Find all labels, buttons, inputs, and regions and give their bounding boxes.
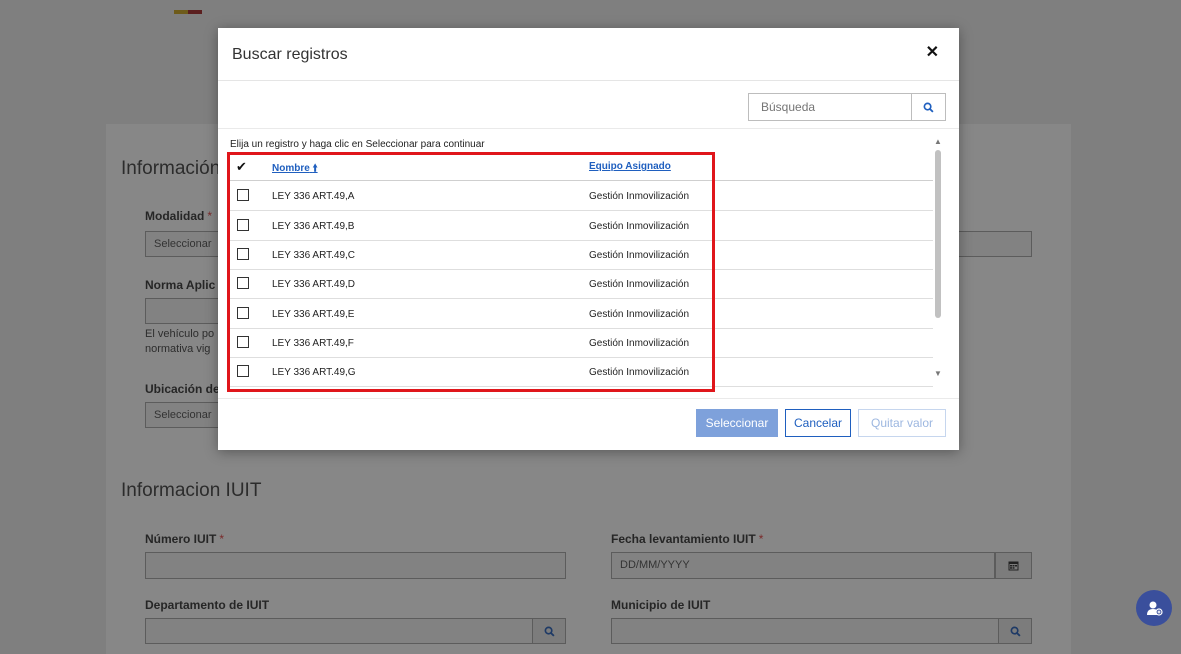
select-button[interactable]: Seleccionar [696, 409, 778, 437]
clear-value-button[interactable]: Quitar valor [858, 409, 946, 437]
table-row[interactable]: LEY 336 ART.49,E Gestión Inmovilización [230, 299, 933, 329]
cell-team: Gestión Inmovilización [589, 338, 690, 349]
row-checkbox[interactable] [237, 189, 249, 201]
cell-team: Gestión Inmovilización [589, 367, 690, 378]
table-row[interactable]: LEY 336 ART.49,D Gestión Inmovilización [230, 269, 933, 299]
section-title-iuit: Informacion IUIT [121, 480, 262, 501]
modal-title: Buscar registros [232, 46, 348, 63]
search-button[interactable] [912, 93, 946, 121]
page-top-strip [0, 0, 1181, 6]
logo-stripe-red [188, 10, 202, 14]
modal-footer: Seleccionar Cancelar Quitar valor [218, 398, 959, 451]
instructions-text: Elija un registro y haga clic en Selecci… [230, 139, 485, 150]
cell-name: LEY 336 ART.49,E [272, 309, 355, 320]
cell-name: LEY 336 ART.49,C [272, 250, 356, 261]
row-checkbox[interactable] [237, 307, 249, 319]
cell-team: Gestión Inmovilización [589, 279, 690, 290]
search-row [218, 80, 959, 129]
table-row[interactable]: LEY 336 ART.49,G Gestión Inmovilización [230, 357, 933, 387]
departamento-search-button[interactable] [532, 618, 566, 644]
table-row[interactable]: LEY 336 ART.49,B Gestión Inmovilización [230, 211, 933, 241]
cell-team: Gestión Inmovilización [589, 309, 690, 320]
norma-label: Norma Aplic [145, 278, 216, 292]
calendar-icon [1008, 561, 1019, 571]
section-title-informacion: Información [121, 158, 221, 179]
search-records-modal: Buscar registros ✕ Elija un registro y h… [218, 28, 959, 450]
table-row[interactable]: LEY 336 ART.49,A Gestión Inmovilización [230, 181, 933, 211]
cell-team: Gestión Inmovilización [589, 250, 690, 261]
departamento-label: Departamento de IUIT [145, 598, 270, 612]
cell-name: LEY 336 ART.49,B [272, 221, 355, 232]
row-checkbox[interactable] [237, 219, 249, 231]
departamento-input[interactable] [145, 618, 533, 644]
sort-ascending-icon: 🠙 [312, 163, 318, 174]
search-icon [544, 626, 555, 637]
grid-scrollbar[interactable]: ▲ ▼ [932, 137, 944, 378]
cell-team: Gestión Inmovilización [589, 191, 690, 202]
calendar-button[interactable] [995, 552, 1032, 579]
scroll-thumb[interactable] [935, 150, 941, 318]
select-all-check-icon[interactable]: ✔ [236, 159, 247, 175]
ubicacion-select[interactable]: Seleccionar [145, 402, 225, 428]
municipio-label: Municipio de IUIT [611, 598, 711, 612]
municipio-search-button[interactable] [998, 618, 1032, 644]
fecha-iuit-label: Fecha levantamiento IUIT * [611, 532, 764, 546]
numero-iuit-label: Número IUIT * [145, 532, 225, 546]
user-support-icon [1147, 601, 1163, 616]
row-checkbox[interactable] [237, 277, 249, 289]
column-header-team[interactable]: Equipo Asignado [589, 161, 671, 172]
bg-input-right[interactable] [958, 231, 1032, 257]
cancel-button[interactable]: Cancelar [785, 409, 851, 437]
fecha-iuit-input[interactable]: DD/MM/YYYY [611, 552, 995, 579]
search-input[interactable] [748, 93, 912, 121]
cell-name: LEY 336 ART.49,D [272, 279, 356, 290]
scroll-up-arrow-icon[interactable]: ▲ [934, 137, 942, 146]
numero-iuit-input[interactable] [145, 552, 566, 579]
table-row[interactable]: LEY 336 ART.49,C Gestión Inmovilización [230, 240, 933, 270]
modalidad-label: Modalidad * [145, 209, 213, 223]
norma-help-text: El vehículo po normativa vig [145, 328, 215, 355]
chat-assistant-button[interactable] [1136, 590, 1172, 626]
search-icon [923, 102, 934, 113]
cell-team: Gestión Inmovilización [589, 221, 690, 232]
table-row[interactable]: LEY 336 ART.49,F Gestión Inmovilización [230, 328, 933, 358]
modal-header: Buscar registros ✕ [218, 28, 959, 81]
search-icon [1010, 626, 1021, 637]
norma-input[interactable] [145, 298, 225, 324]
cell-name: LEY 336 ART.49,A [272, 191, 355, 202]
row-checkbox[interactable] [237, 365, 249, 377]
grid-header: ✔ Nombre 🠙 Equipo Asignado [230, 151, 933, 181]
column-header-name[interactable]: Nombre 🠙 [272, 161, 318, 178]
municipio-input[interactable] [611, 618, 999, 644]
ubicacion-label: Ubicación de [145, 382, 220, 396]
modalidad-select[interactable]: Seleccionar [145, 231, 225, 257]
records-grid: ✔ Nombre 🠙 Equipo Asignado LEY 336 ART.4… [230, 151, 933, 392]
scroll-down-arrow-icon[interactable]: ▼ [934, 369, 942, 378]
cell-name: LEY 336 ART.49,F [272, 338, 354, 349]
close-icon[interactable]: ✕ [926, 42, 939, 62]
row-checkbox[interactable] [237, 248, 249, 260]
cell-name: LEY 336 ART.49,G [272, 367, 356, 378]
row-checkbox[interactable] [237, 336, 249, 348]
